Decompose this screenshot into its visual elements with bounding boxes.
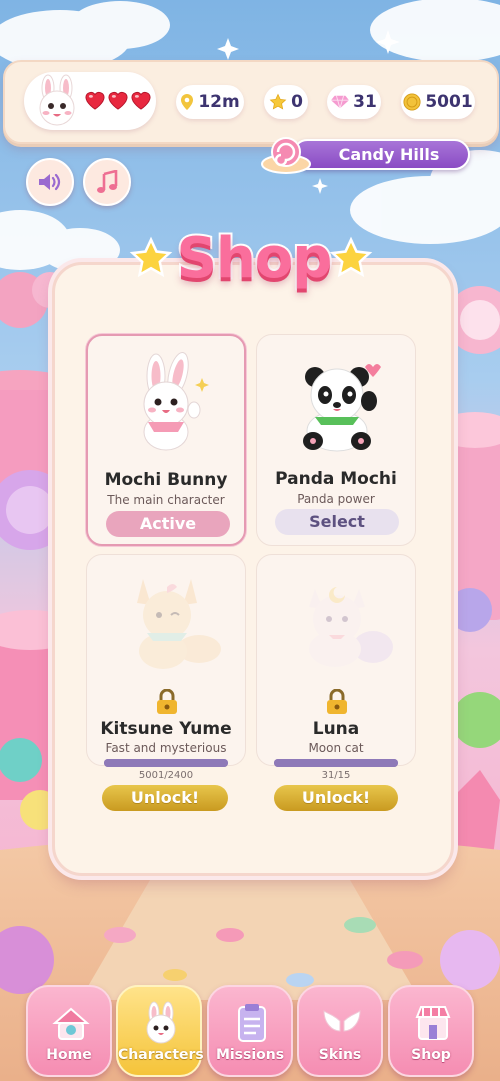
bunny-icon xyxy=(146,1001,176,1044)
stars-stat: 0 xyxy=(264,85,308,119)
unlock-button[interactable]: Unlock! xyxy=(102,785,228,811)
bunny-avatar-icon[interactable] xyxy=(30,74,84,128)
music-button[interactable] xyxy=(83,158,131,206)
character-description: Panda power xyxy=(297,492,375,506)
star-right-icon xyxy=(329,236,373,278)
character-name: Mochi Bunny xyxy=(104,470,228,490)
candy-swirl-icon xyxy=(261,137,311,174)
nav-skins[interactable]: Skins xyxy=(297,985,383,1077)
character-card-panda-mochi[interactable]: Panda Mochi Panda power Select xyxy=(256,334,416,546)
gem-icon xyxy=(331,95,350,110)
speaker-icon xyxy=(39,173,61,191)
unlock-progress-bar xyxy=(104,759,228,767)
active-button[interactable]: Active xyxy=(106,511,230,537)
bunny-character-icon xyxy=(143,352,209,451)
cat-character-icon xyxy=(309,587,393,667)
sound-button[interactable] xyxy=(26,158,74,206)
nav-shop[interactable]: Shop xyxy=(388,985,474,1077)
star-icon xyxy=(269,93,287,110)
character-name: Kitsune Yume xyxy=(100,719,232,739)
character-card-luna[interactable]: Luna Moon cat xyxy=(256,554,416,766)
lock-icon xyxy=(327,689,347,714)
nav-characters[interactable]: Characters xyxy=(116,985,204,1077)
music-note-icon xyxy=(97,170,118,193)
nav-missions[interactable]: Missions xyxy=(207,985,293,1077)
world-name: Candy Hills xyxy=(338,145,440,164)
character-name: Luna xyxy=(312,719,360,739)
gems-stat: 31 xyxy=(327,85,381,119)
character-description: Moon cat xyxy=(308,741,364,755)
select-button[interactable]: Select xyxy=(275,509,399,535)
stars-value: 0 xyxy=(291,92,303,112)
nav-home[interactable]: Home xyxy=(26,985,112,1077)
nav-label: Shop xyxy=(411,1047,451,1063)
unlock-progress-bar xyxy=(274,759,398,767)
shop-title: Shop xyxy=(175,224,335,293)
clipboard-icon xyxy=(238,1004,266,1042)
unlock-button[interactable]: Unlock! xyxy=(274,785,398,811)
character-card-mochi-bunny[interactable]: Mochi Bunny The main character Active xyxy=(86,334,246,546)
heart-icon xyxy=(131,91,151,110)
wings-icon xyxy=(323,1010,361,1032)
heart-icon xyxy=(85,91,105,110)
world-name-banner[interactable]: Candy Hills xyxy=(292,139,470,170)
distance-value: 12m xyxy=(198,92,240,112)
nav-label: Characters xyxy=(118,1047,204,1063)
lock-icon xyxy=(157,689,177,714)
distance-stat: 12m xyxy=(176,85,244,119)
panda-character-icon xyxy=(303,364,381,452)
star-left-icon xyxy=(129,236,173,278)
nav-label: Missions xyxy=(215,1047,285,1063)
coins-stat: 5001 xyxy=(401,85,475,119)
nav-label: Skins xyxy=(318,1047,362,1063)
location-pin-icon xyxy=(181,94,194,110)
lives-hearts xyxy=(84,90,152,112)
character-card-kitsune-yume[interactable]: Kitsune Yume Fast and mysterious xyxy=(86,554,246,766)
nav-label: Home xyxy=(46,1047,92,1063)
store-icon xyxy=(415,1006,451,1040)
heart-icon xyxy=(108,91,128,110)
fox-character-icon xyxy=(137,579,221,669)
coin-icon xyxy=(403,93,421,111)
character-description: Fast and mysterious xyxy=(105,741,227,755)
character-name: Panda Mochi xyxy=(275,469,397,489)
coins-value: 5001 xyxy=(425,92,473,112)
house-icon xyxy=(52,1007,90,1040)
character-description: The main character xyxy=(107,493,225,507)
unlock-progress-text: 5001/2400 xyxy=(138,770,194,781)
unlock-progress-text: 31/15 xyxy=(321,770,351,781)
gems-value: 31 xyxy=(353,92,377,112)
